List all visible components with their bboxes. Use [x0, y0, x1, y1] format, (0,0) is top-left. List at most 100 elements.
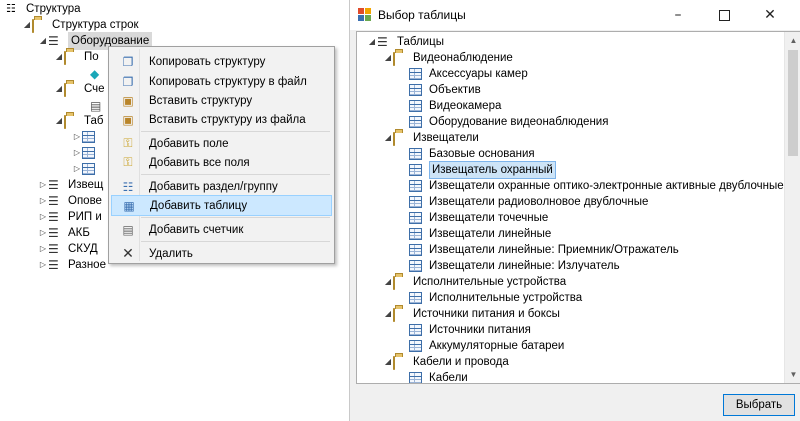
context-menu: ❐ Копировать структуру ❐ Копировать стру… — [108, 46, 335, 264]
table-icon — [82, 146, 98, 160]
tree-leaf-table[interactable]: ▷ — [72, 129, 102, 145]
tree-table[interactable]: Источники питания — [409, 322, 531, 338]
tree-node-item[interactable]: ▷ ☰ Извещ — [38, 177, 103, 193]
menu-item-delete[interactable]: ✕ Удалить — [111, 243, 332, 264]
close-button[interactable]: ✕ — [747, 0, 793, 30]
folder-icon — [393, 307, 409, 322]
tree-node-item[interactable]: ▷ ☰ Разное — [38, 257, 106, 273]
tree-table[interactable]: Извещатели линейные: Излучатель — [409, 258, 620, 274]
tree-folder[interactable]: ◢ Кабели и провода — [383, 354, 509, 370]
list-icon: ☰ — [377, 35, 388, 49]
table-icon — [82, 162, 98, 176]
tree-label: Аккумуляторные батареи — [429, 340, 565, 352]
tree-node-item[interactable]: ▷ ☰ СКУД — [38, 241, 98, 257]
tree-table[interactable]: Извещатели линейные — [409, 226, 551, 242]
tree-label: Аксессуары камер — [429, 68, 528, 80]
menu-item-add-section[interactable]: ☷ Добавить раздел/группу — [111, 176, 332, 197]
tree-node-sub2[interactable]: ◢ Сче — [54, 81, 105, 97]
select-table-dialog: Выбор таблицы – ✕ ◢ ☰ Таблицы ◢ Видеонабл… — [349, 0, 800, 421]
expand-arrow-icon[interactable]: ◢ — [383, 306, 393, 322]
tree-label: Объектив — [429, 84, 481, 96]
tree-folder[interactable]: ◢ Исполнительные устройства — [383, 274, 566, 290]
tree-label: Исполнительные устройства — [413, 276, 567, 288]
tree-node-struct-rows[interactable]: ◢ Структура строк — [22, 17, 139, 33]
menu-item-add-all-fields[interactable]: ⚿ Добавить все поля — [111, 152, 332, 173]
tree-table[interactable]: Видеокамера — [409, 98, 501, 114]
tree-root-structure[interactable]: ☷ Структура — [6, 1, 81, 17]
collapse-arrow-icon[interactable]: ▷ — [72, 145, 82, 161]
table-tree[interactable]: ◢ ☰ Таблицы ◢ Видеонаблюдение Аксессуары к… — [356, 31, 800, 384]
table-icon — [409, 179, 425, 193]
expand-arrow-icon[interactable]: ◢ — [54, 49, 64, 65]
menu-item-paste-from-file[interactable]: ▣ Вставить структуру из файла — [111, 109, 332, 130]
tree-label: Исполнительные устройства — [429, 292, 583, 304]
menu-item-copy-structure[interactable]: ❐ Копировать структуру — [111, 51, 332, 72]
minimize-button[interactable]: – — [655, 0, 701, 30]
tree-table[interactable]: Объектив — [409, 82, 481, 98]
collapse-arrow-icon[interactable]: ▷ — [38, 257, 48, 273]
scroll-up-icon[interactable]: ▲ — [785, 32, 800, 49]
tree-folder[interactable]: ◢ Извещатели — [383, 130, 479, 146]
tree-leaf-table[interactable]: ▷ — [72, 145, 102, 161]
expand-arrow-icon[interactable]: ◢ — [367, 34, 377, 50]
expand-arrow-icon[interactable]: ◢ — [22, 17, 32, 33]
tree-leaf-diamond[interactable]: ◆ — [90, 65, 110, 81]
tree-table[interactable]: Оборудование видеонаблюдения — [409, 114, 608, 130]
menu-item-copy-to-file[interactable]: ❐ Копировать структуру в файл — [111, 71, 332, 92]
collapse-arrow-icon[interactable]: ▷ — [38, 177, 48, 193]
tree-label: Извещатели линейные — [429, 228, 552, 240]
tree-node-item[interactable]: ▷ ☰ АКБ — [38, 225, 90, 241]
tree-table[interactable]: Аккумуляторные батареи — [409, 338, 564, 354]
tree-table[interactable]: Извещатели радиоволновое двублочные — [409, 194, 648, 210]
select-button[interactable]: Выбрать — [723, 394, 795, 416]
menu-item-paste-structure[interactable]: ▣ Вставить структуру — [111, 90, 332, 111]
tree-table[interactable]: Исполнительные устройства — [409, 290, 582, 306]
add-counter-icon: ▤ — [122, 222, 134, 237]
maximize-button[interactable] — [701, 0, 747, 30]
tree-table[interactable]: Извещатели линейные: Приемник/Отражатель — [409, 242, 679, 258]
collapse-arrow-icon[interactable]: ▷ — [38, 193, 48, 209]
collapse-arrow-icon[interactable]: ▷ — [72, 129, 82, 145]
table-icon — [409, 323, 425, 337]
hierarchy-icon: ☷ — [6, 2, 16, 15]
tree-table[interactable]: Аксессуары камер — [409, 66, 528, 82]
tree-node-item[interactable]: ▷ ☰ Опове — [38, 193, 102, 209]
collapse-arrow-icon[interactable]: ▷ — [72, 161, 82, 177]
tree-table[interactable]: Извещатель охранный — [409, 161, 556, 179]
scroll-thumb[interactable] — [788, 50, 798, 156]
tree-node-sub1[interactable]: ◢ По — [54, 49, 99, 65]
tree-leaf-table[interactable]: ▷ — [72, 161, 102, 177]
collapse-arrow-icon[interactable]: ▷ — [38, 225, 48, 241]
tree-node-sub3[interactable]: ◢ Таб — [54, 113, 104, 129]
tree-folder[interactable]: ◢ Источники питания и боксы — [383, 306, 560, 322]
vertical-scrollbar[interactable]: ▲ ▼ — [784, 32, 800, 383]
collapse-arrow-icon[interactable]: ▷ — [38, 209, 48, 225]
tree-table[interactable]: Кабели — [409, 370, 468, 383]
list-icon: ☰ — [48, 210, 59, 224]
collapse-arrow-icon[interactable]: ▷ — [38, 241, 48, 257]
expand-arrow-icon[interactable]: ◢ — [383, 274, 393, 290]
tree-label: Кабели и провода — [413, 356, 509, 368]
expand-arrow-icon[interactable]: ◢ — [54, 81, 64, 97]
tree-table[interactable]: Извещатели охранные оптико-электронные а… — [409, 178, 784, 194]
expand-arrow-icon[interactable]: ◢ — [383, 130, 393, 146]
tree-folder[interactable]: ◢ Видеонаблюдение — [383, 50, 513, 66]
tree-root-tables[interactable]: ◢ ☰ Таблицы — [367, 34, 444, 50]
expand-arrow-icon[interactable]: ◢ — [38, 33, 48, 49]
menu-item-add-counter[interactable]: ▤ Добавить счетчик — [111, 219, 332, 240]
tree-table[interactable]: Базовые основания — [409, 146, 535, 162]
tree-table[interactable]: Извещатели точечные — [409, 210, 548, 226]
expand-arrow-icon[interactable]: ◢ — [383, 354, 393, 370]
menu-separator — [141, 241, 330, 242]
dialog-titlebar[interactable]: Выбор таблицы – ✕ — [350, 0, 800, 30]
expand-arrow-icon[interactable]: ◢ — [383, 50, 393, 66]
scroll-down-icon[interactable]: ▼ — [785, 366, 800, 383]
folder-icon — [64, 50, 80, 65]
expand-arrow-icon[interactable]: ◢ — [54, 113, 64, 129]
menu-item-add-field[interactable]: ⚿ Добавить поле — [111, 133, 332, 154]
menu-item-add-table[interactable]: ▦ Добавить таблицу — [111, 195, 332, 216]
tree-label: Извещатели охранные оптико-электронные а… — [429, 180, 784, 192]
tree-node-item[interactable]: ▷ ☰ РИП и — [38, 209, 102, 225]
copy-to-file-icon: ❐ — [122, 74, 134, 89]
tree-leaf-counter[interactable]: ▤ — [90, 97, 110, 113]
